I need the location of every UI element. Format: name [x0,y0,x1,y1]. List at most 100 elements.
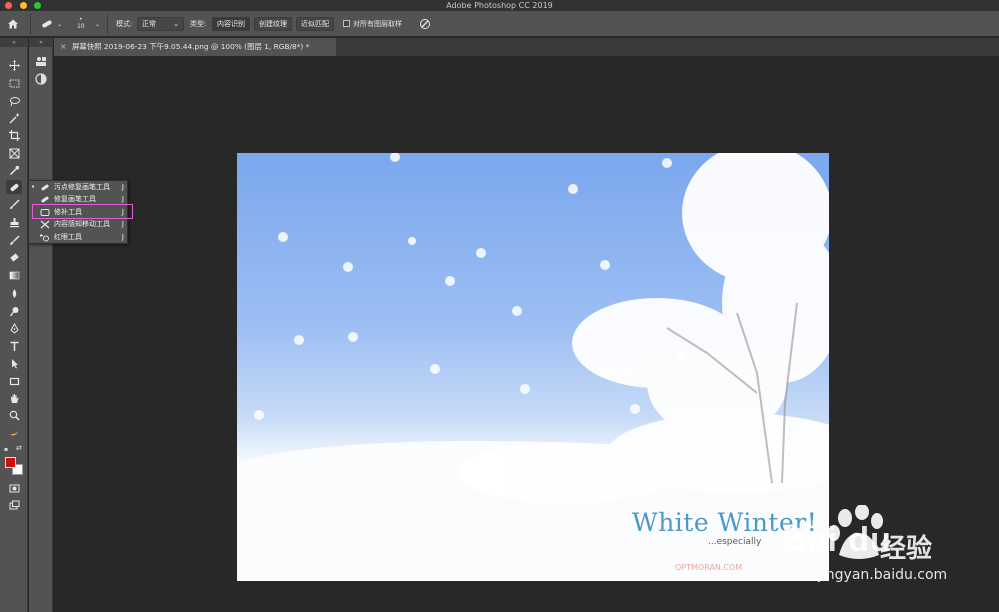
baidu-watermark: Bai du 经验 jingyan.baidu.com [770,505,995,600]
home-icon [8,19,18,29]
panel-strip: » [29,38,53,612]
rectangle-tool[interactable] [6,374,22,388]
default-colors-icon[interactable]: ▪ [4,446,8,453]
chevron-down-icon: ⌄ [57,20,63,28]
pen-icon [9,322,19,334]
blur-icon [12,288,16,298]
flyout-item-shortcut: J [121,220,124,228]
document-tab[interactable]: × 屏幕快照 2019-06-23 下午9.05.44.png @ 100% (… [54,38,336,56]
magic-wand-tool[interactable] [6,111,22,125]
stamp-tool[interactable] [6,215,22,229]
spot-healing-icon [10,183,18,191]
type-icon [10,341,18,351]
patch-tool-highlight [32,204,133,219]
eraser-tool[interactable] [6,250,22,264]
move-icon [8,59,20,71]
proximity-match-button[interactable]: 近似匹配 [296,17,334,31]
eraser-icon [9,252,19,262]
banana-icon [9,430,19,435]
title-bar: Adobe Photoshop CC 2019 [0,0,999,11]
pressure-icon [420,19,430,29]
divider [30,14,31,34]
stamp-icon [9,217,19,227]
options-bar: ⌄ • 10 ⌄ 模式: 正常 ⌄ 类型: 内容识别 创建纹理 近似匹配 对所有图… [0,11,999,37]
eyedropper-icon [9,165,19,175]
magic-wand-icon [9,113,19,123]
baidu-jingyan-text: 经验 [880,534,933,564]
baidu-logo-text: Bai du [782,521,892,559]
foreground-color-swatch[interactable] [5,457,16,468]
spot-healing-tool[interactable] [6,180,22,194]
marquee-tool[interactable] [6,76,22,90]
crop-icon [8,129,20,141]
marquee-icon [9,79,19,87]
chevron-down-icon[interactable]: ⌄ [95,11,100,37]
gradient-icon [9,271,19,279]
screen-mode-icon [9,500,19,509]
document-image[interactable]: White Winter! ...especially OPTMORAN.COM [237,153,829,581]
tool-preset-picker[interactable]: ⌄ [40,11,62,37]
content-aware-button[interactable]: 内容识别 [212,17,250,31]
move-tool[interactable] [6,58,22,72]
lasso-tool[interactable] [6,94,22,108]
screen-mode-button[interactable] [6,498,22,512]
type-tool[interactable] [6,339,22,353]
frame-tool[interactable] [6,146,22,160]
document-tabs: × 屏幕快照 2019-06-23 下午9.05.44.png @ 100% (… [54,38,999,56]
pen-tool[interactable] [6,321,22,335]
hand-icon [10,393,18,403]
brush-size-picker[interactable]: • 10 [77,11,85,37]
sample-all-layers-checkbox[interactable] [343,20,350,27]
collapse-toolbar-button[interactable]: » [0,38,28,47]
brush-size-value: 10 [77,23,85,30]
frame-icon [9,148,19,158]
flyout-item-shortcut: J [121,233,124,241]
flyout-item-red-eye[interactable]: 红眼工具 J [29,231,129,244]
brush-icon [9,198,20,209]
baidu-url: jingyan.baidu.com [818,567,948,583]
image-brand: OPTMORAN.COM [675,563,743,572]
blur-tool[interactable] [6,286,22,300]
panel-button[interactable] [34,54,48,68]
create-texture-button[interactable]: 创建纹理 [254,17,292,31]
content-aware-move-icon [40,220,50,229]
type-label: 类型: [190,20,207,28]
dodge-tool[interactable] [6,304,22,318]
close-tab-icon[interactable]: × [60,38,67,56]
swap-colors-icon[interactable]: ⇄ [16,444,22,452]
flyout-item-content-aware-move[interactable]: 内容感知移动工具 J [29,218,129,231]
quick-mask-button[interactable] [6,481,22,495]
mode-label: 模式: [116,20,133,28]
mode-select[interactable]: 正常 ⌄ [137,17,184,31]
zoom-icon [9,410,20,421]
eyedropper-tool[interactable] [6,163,22,177]
image-subtitle: ...especially [708,537,762,547]
collapse-panels-button[interactable]: » [29,38,53,47]
brush-tool[interactable] [6,197,22,211]
hand-tool[interactable] [6,391,22,405]
flyout-item-label: 红眼工具 [54,233,82,241]
sample-all-layers-label: 对所有图层取样 [353,20,402,28]
mode-value: 正常 [142,20,156,28]
history-brush-icon [9,234,20,245]
spot-healing-icon [41,184,49,191]
panel-button[interactable] [34,72,48,86]
flyout-item-label: 内容感知移动工具 [54,220,110,228]
rectangle-icon [9,377,19,385]
adjustments-icon [35,73,47,85]
document-tab-title: 屏幕快照 2019-06-23 下午9.05.44.png @ 100% (图层… [72,42,310,51]
red-eye-icon [40,234,49,242]
chevron-down-icon: ⌄ [173,20,179,28]
history-brush-tool[interactable] [6,233,22,247]
crop-tool[interactable] [6,128,22,142]
quick-mask-icon [9,484,19,492]
gradient-tool[interactable] [6,268,22,282]
path-selection-tool[interactable] [6,356,22,370]
app-title: Adobe Photoshop CC 2019 [446,1,553,10]
zoom-tool[interactable] [6,408,22,422]
lasso-icon [9,96,20,106]
pressure-button[interactable] [419,11,431,37]
home-button[interactable] [7,11,19,37]
edit-toolbar-tool[interactable] [6,426,22,440]
path-select-icon [11,358,18,368]
